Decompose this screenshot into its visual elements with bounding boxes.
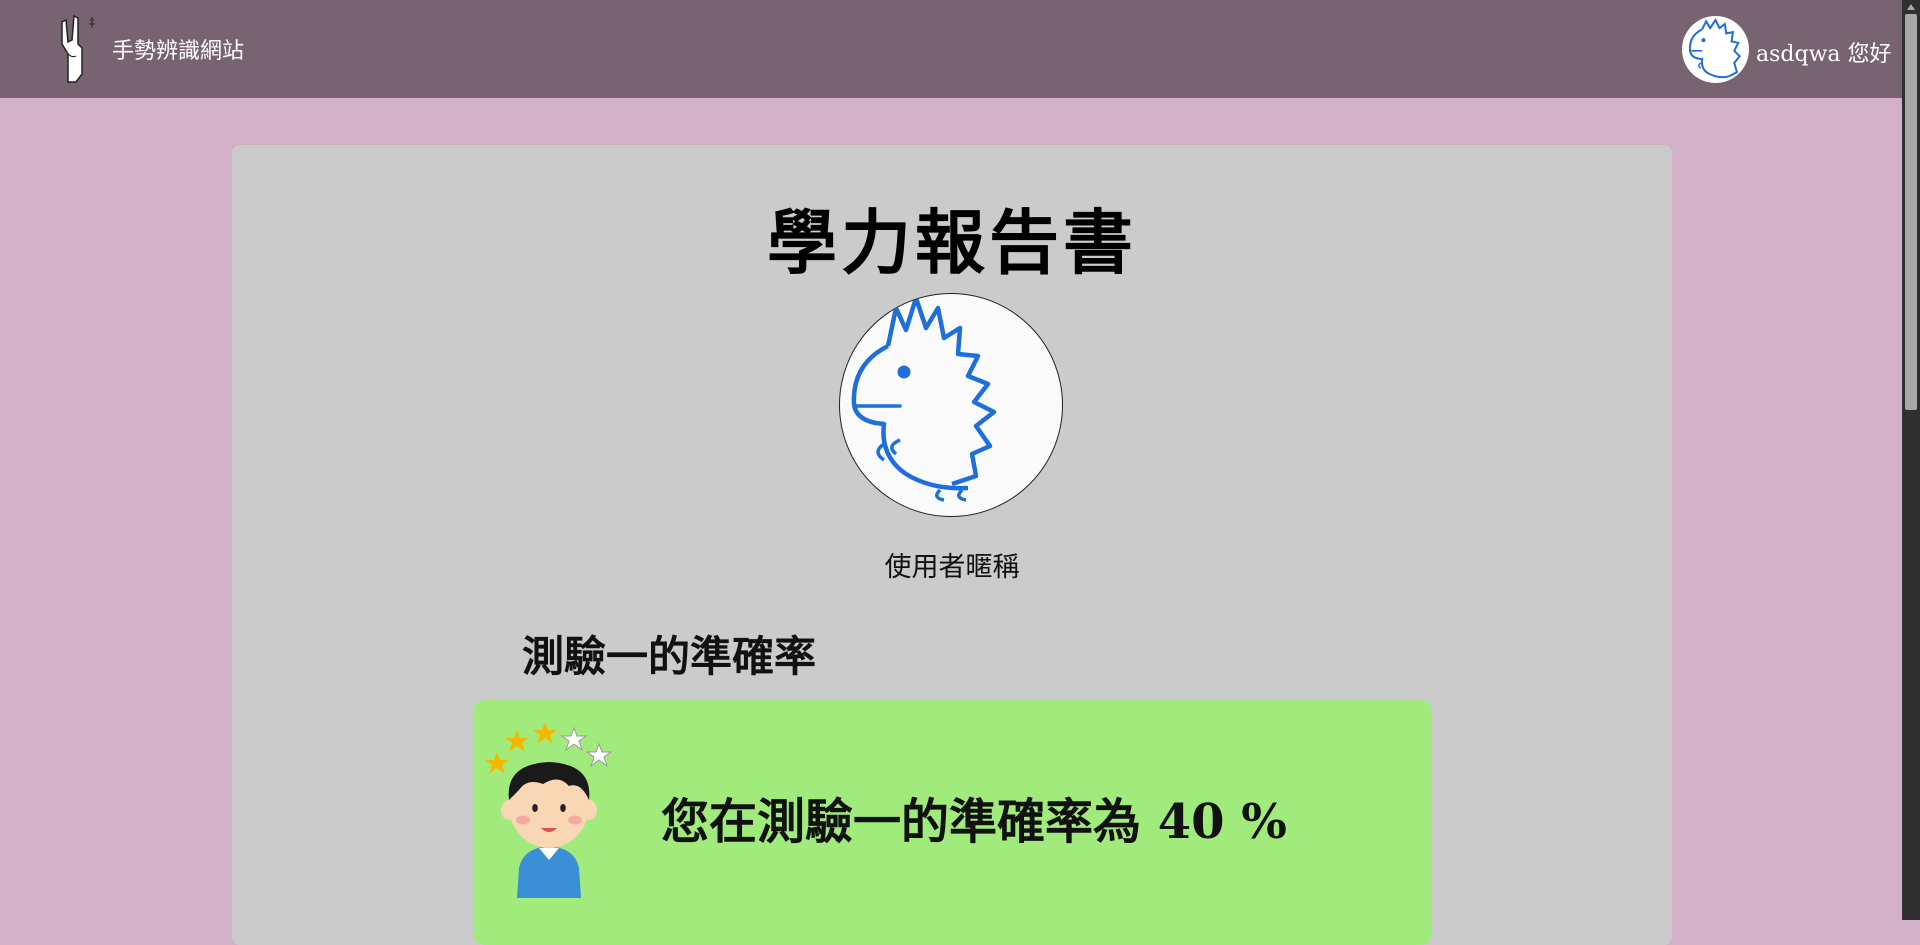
top-navbar: 手勢辨識網站 asdqwa 您好: [0, 0, 1902, 98]
rock-hand-icon[interactable]: [54, 14, 108, 84]
site-title[interactable]: 手勢辨識網站: [112, 33, 244, 65]
scroll-thumb[interactable]: [1905, 14, 1917, 410]
profile-avatar: [839, 293, 1063, 517]
report-title: 學力報告書: [767, 202, 1137, 284]
scroll-up-arrow-icon[interactable]: [1907, 4, 1915, 10]
dizzy-boy-illustration: [485, 722, 613, 898]
user-avatar[interactable]: [1682, 16, 1749, 83]
dinosaur-doodle-icon: [851, 295, 997, 502]
page-scrollbar[interactable]: [1902, 0, 1920, 920]
dinosaur-doodle-icon: [1688, 18, 1741, 79]
report-card: 學力報告書 使用者暱稱 測驗一的準確率 您在測驗一的準確率為 40 %: [232, 145, 1672, 945]
section-heading: 測驗一的準確率: [522, 632, 817, 681]
accuracy-result-text: 您在測驗一的準確率為 40 %: [661, 794, 1287, 850]
user-greeting[interactable]: asdqwa 您好: [1756, 36, 1892, 68]
accuracy-result-box: 您在測驗一的準確率為 40 %: [473, 700, 1432, 945]
user-nickname: 使用者暱稱: [884, 552, 1020, 583]
